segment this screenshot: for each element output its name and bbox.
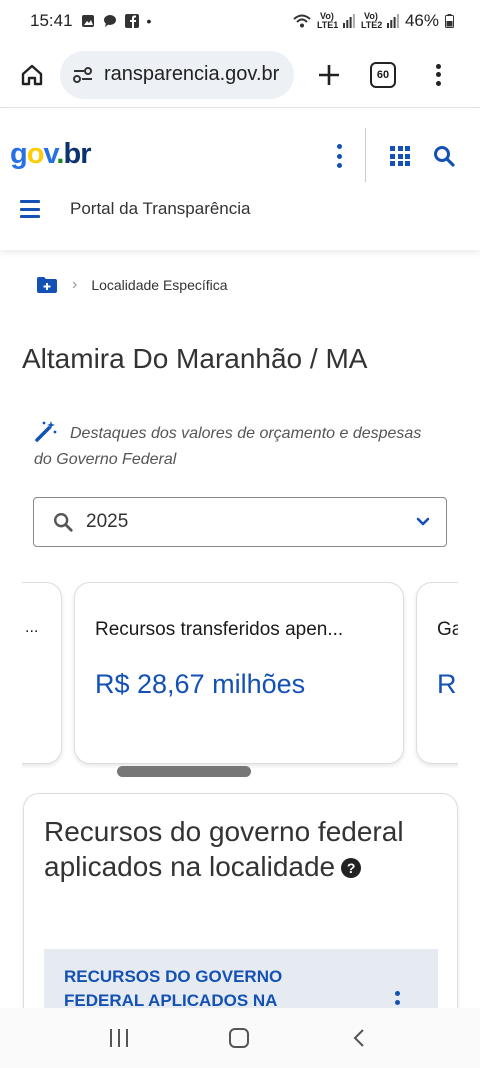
home-button[interactable] — [228, 1028, 249, 1048]
govbr-logo[interactable]: gov.br — [10, 138, 91, 171]
recents-button[interactable] — [110, 1029, 129, 1047]
header-divider — [365, 128, 366, 182]
highlights-intro: Destaques dos valores de orçamento e des… — [34, 420, 434, 473]
kebab-dot — [336, 153, 342, 159]
battery-percent: 46% — [404, 11, 439, 30]
apps-grid-button[interactable] — [390, 146, 410, 166]
search-icon[interactable] — [432, 144, 456, 168]
year-select-value: 2025 — [86, 511, 129, 532]
menu-dot — [435, 63, 441, 69]
card-label: ... — [25, 619, 39, 636]
page-title: Altamira Do Maranhão / MA — [22, 343, 368, 374]
site-header: gov.br Portal da Transparência — [0, 110, 480, 250]
url-text: ransparencia.gov.br — [104, 63, 280, 85]
carousel-scrollbar[interactable] — [117, 766, 251, 777]
help-icon[interactable]: ? — [341, 858, 362, 878]
tab-switcher-button[interactable]: 60 — [370, 61, 396, 88]
chevron-right-icon: › — [72, 276, 78, 293]
address-bar[interactable]: ransparencia.gov.br — [60, 50, 294, 99]
status-time: 15:41 — [30, 11, 73, 30]
year-select[interactable]: 2025 — [33, 497, 447, 547]
browser-toolbar: ransparencia.gov.br 60 — [0, 42, 480, 108]
status-bar: 15:41 • Vo) LTE1 Vo) LTE2 46% — [0, 0, 480, 42]
browser-menu-button[interactable] — [434, 60, 442, 90]
highlight-card[interactable]: Ga R — [416, 582, 458, 764]
notification-dot-icon: • — [146, 13, 152, 29]
signal-icon — [342, 14, 355, 28]
section-title: Recursos do governo federal aplicados na… — [44, 816, 404, 882]
signal-icon — [386, 14, 399, 28]
magic-wand-icon — [35, 421, 57, 442]
menu-dot — [435, 72, 441, 77]
chevron-down-icon — [416, 517, 430, 526]
kebab-dot — [336, 163, 342, 168]
menu-dot — [435, 80, 441, 86]
breadcrumb: › Localidade Específica — [36, 276, 228, 294]
plus-icon — [319, 64, 339, 85]
highlight-card[interactable]: Recursos transferidos apen... R$ 28,67 m… — [74, 582, 404, 764]
header-more-button[interactable] — [334, 144, 344, 168]
site-settings-icon[interactable] — [72, 66, 94, 84]
kebab-dot — [336, 144, 342, 149]
hamburger-menu-button[interactable] — [20, 200, 40, 218]
system-nav-bar — [0, 1008, 480, 1068]
facebook-icon — [124, 14, 139, 28]
card-label: Ga — [437, 619, 458, 640]
home-icon — [21, 64, 43, 85]
battery-icon — [445, 14, 454, 28]
new-tab-button[interactable] — [314, 55, 344, 95]
card-value: R$ 28,67 milhões — [95, 669, 306, 699]
portal-title[interactable]: Portal da Transparência — [70, 199, 251, 219]
wifi-icon — [293, 14, 311, 28]
folder-home-icon[interactable] — [36, 276, 58, 294]
chat-icon — [103, 15, 116, 27]
breadcrumb-current: Localidade Específica — [91, 277, 228, 293]
search-icon — [54, 513, 73, 532]
back-icon[interactable] — [350, 1028, 370, 1048]
gallery-icon — [81, 15, 94, 27]
section-subheading: RECURSOS DO GOVERNO FEDERAL APLICADOS NA — [64, 967, 283, 1010]
card-label: Recursos transferidos apen... — [95, 619, 344, 640]
browser-home-button[interactable] — [12, 55, 52, 95]
sim1-label: Vo) LTE1 — [316, 11, 339, 30]
highlights-text: Destaques dos valores de orçamento e des… — [34, 425, 422, 468]
sim2-label: Vo) LTE2 — [360, 11, 383, 30]
highlight-card[interactable]: ... — [22, 582, 62, 764]
highlights-carousel[interactable]: ... Recursos transferidos apen... R$ 28,… — [22, 582, 458, 768]
card-value: R — [437, 669, 457, 699]
resources-section: Recursos do governo federal aplicados na… — [23, 793, 458, 1033]
